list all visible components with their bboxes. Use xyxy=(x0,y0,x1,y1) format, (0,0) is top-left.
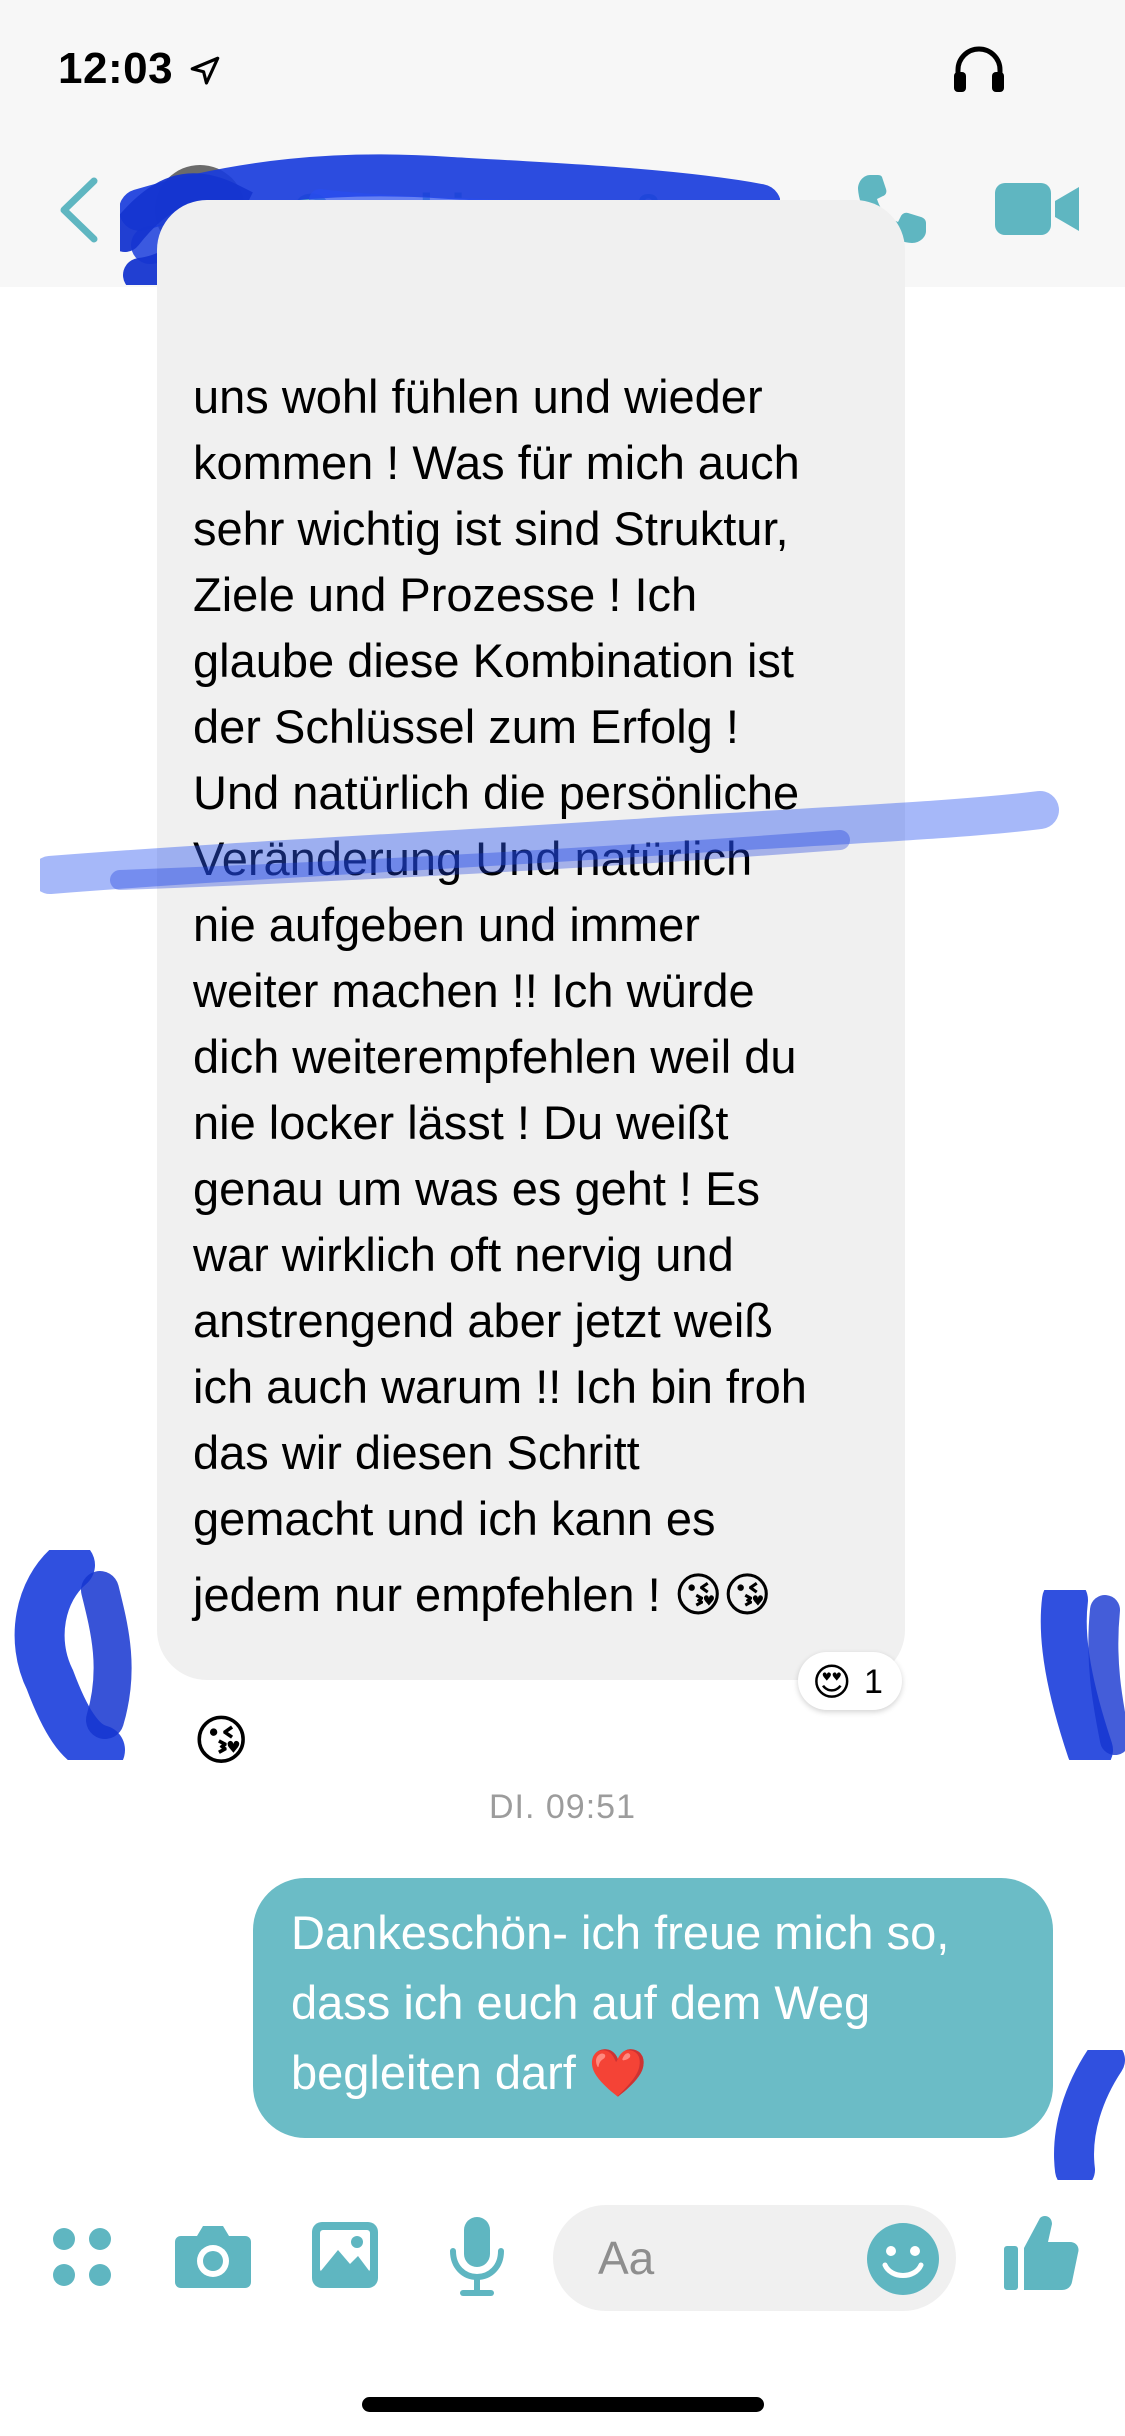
reaction-badge[interactable]: 😍 1 xyxy=(798,1652,902,1710)
outgoing-message-text: Dankeschön- ich freue mich so, dass ich … xyxy=(291,1906,950,2099)
emoji-icon[interactable] xyxy=(865,2221,941,2297)
reaction-count: 1 xyxy=(864,1663,883,1701)
heart-eyes-emoji: 😍 xyxy=(812,1662,852,1704)
back-chevron-icon[interactable] xyxy=(54,175,104,245)
incoming-message-last-line: jedem nur empfehlen ! 😘😘 xyxy=(193,1568,772,1621)
camera-icon[interactable] xyxy=(173,2222,253,2290)
incoming-message-emoji: 😘 xyxy=(193,1711,250,1771)
redaction-scribble xyxy=(40,791,1059,894)
redaction-scribble xyxy=(1054,2050,1125,2180)
status-bar: 12:03 xyxy=(0,0,1125,135)
microphone-icon[interactable] xyxy=(447,2215,507,2299)
status-time: 12:03 xyxy=(58,44,174,93)
home-indicator xyxy=(362,2397,764,2412)
video-camera-icon[interactable] xyxy=(995,181,1079,237)
incoming-message-text: uns wohl fühlen und wieder kommen ! Was … xyxy=(193,298,893,1844)
thumbs-up-icon[interactable] xyxy=(1002,2212,1080,2292)
photo-icon[interactable] xyxy=(310,2220,380,2290)
location-arrow-icon xyxy=(190,56,220,85)
message-timestamp: DI. 09:51 xyxy=(489,1788,636,1826)
redaction-scribble xyxy=(1040,1590,1125,1760)
apps-grid-icon[interactable] xyxy=(50,2225,114,2289)
message-input[interactable] xyxy=(598,2229,848,2287)
redaction-scribble xyxy=(14,1550,132,1760)
message-input-field[interactable] xyxy=(553,2205,956,2311)
incoming-message-body: uns wohl fühlen und wieder kommen ! Was … xyxy=(193,370,807,1545)
headphones-icon xyxy=(954,46,1004,92)
